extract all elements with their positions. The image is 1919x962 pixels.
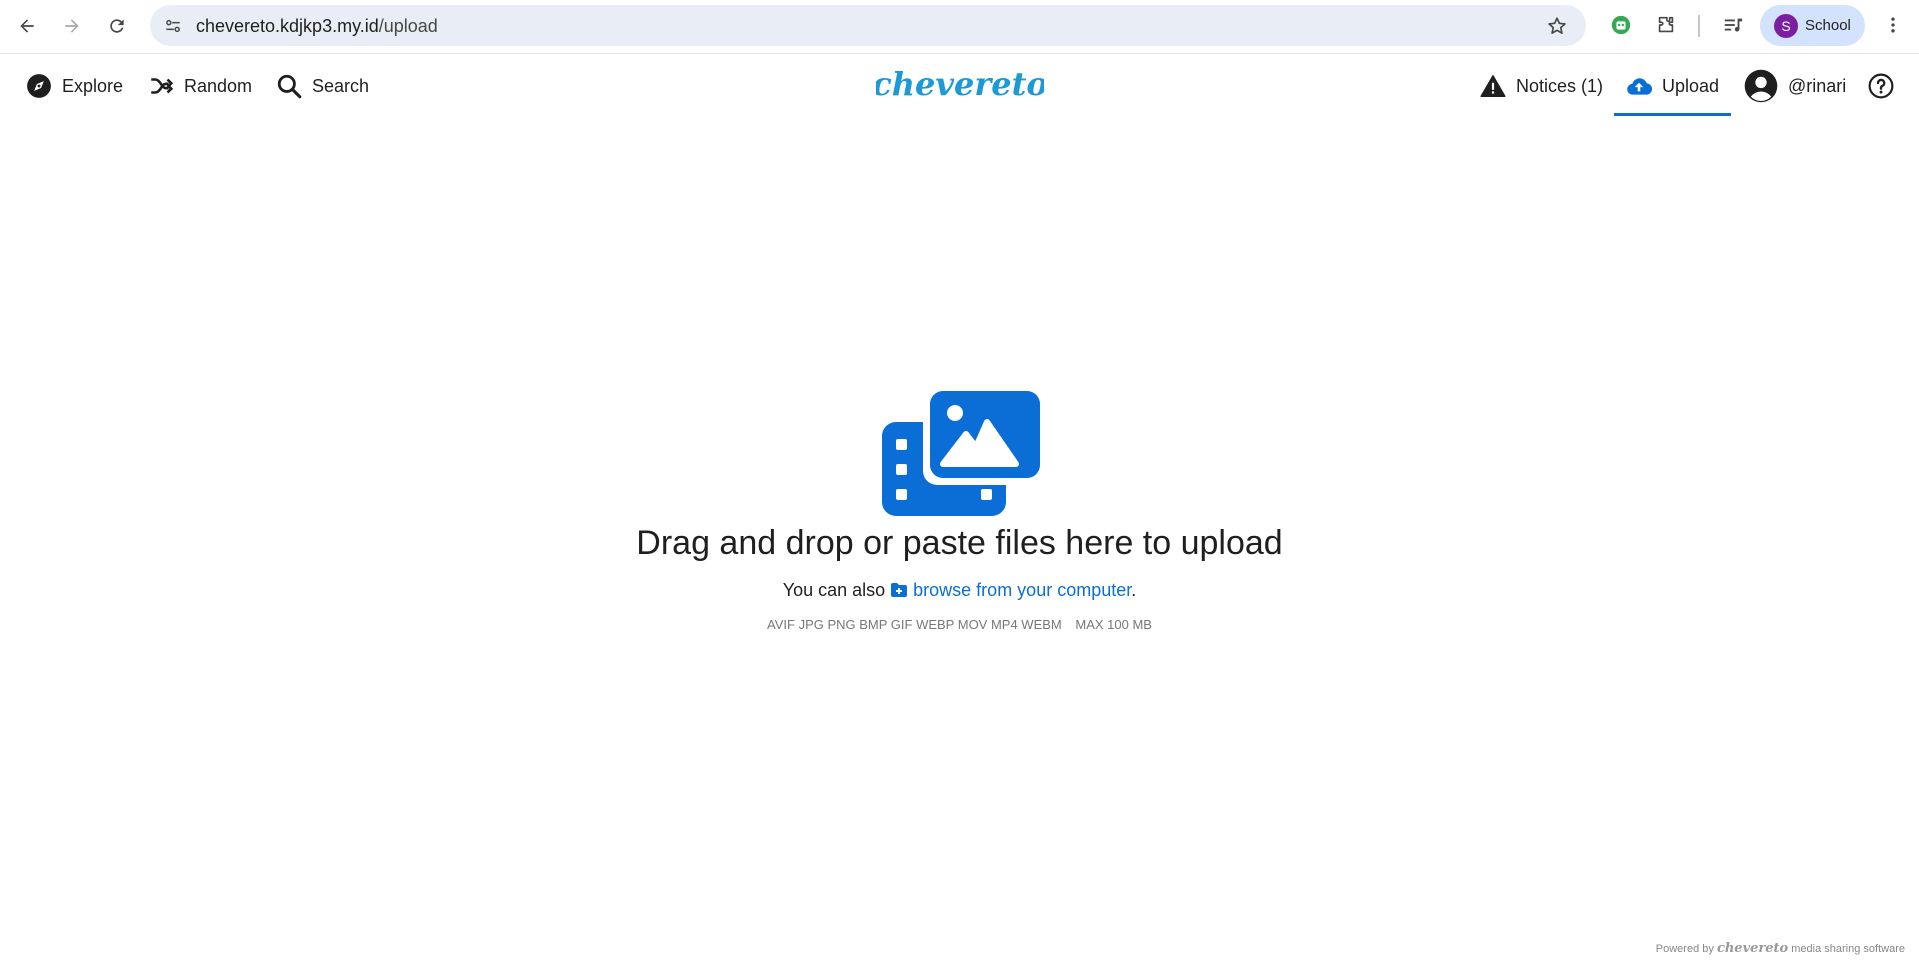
browser-menu-button[interactable] <box>1880 12 1906 38</box>
toolbar-divider <box>1698 15 1700 37</box>
url-text[interactable]: chevereto.kdjkp3.my.id/upload <box>196 16 438 37</box>
back-button[interactable] <box>10 9 44 43</box>
help-button[interactable] <box>1868 55 1894 117</box>
nav-explore[interactable]: Explore <box>26 55 123 117</box>
folder-plus-icon <box>891 583 908 597</box>
address-bar[interactable]: chevereto.kdjkp3.my.id/upload <box>150 5 1586 46</box>
profile-label: School <box>1805 17 1851 34</box>
site-info-button[interactable] <box>160 13 186 39</box>
formats-list: AVIF JPG PNG BMP GIF WEBP MOV MP4 WEBM <box>767 617 1062 632</box>
warning-icon <box>1480 75 1506 97</box>
upload-media-icon <box>882 391 1040 516</box>
arrow-left-icon <box>20 19 34 33</box>
shuffle-icon <box>151 78 174 94</box>
url-host: chevereto.kdjkp3.my.id <box>196 16 379 36</box>
reload-icon <box>110 19 124 33</box>
bookmark-star-icon[interactable] <box>1546 15 1568 37</box>
arrow-right-icon <box>65 19 79 33</box>
footer-powered-by: Powered by <box>1655 943 1714 955</box>
allowed-formats: AVIF JPG PNG BMP GIF WEBP MOV MP4 WEBM M… <box>0 617 1919 632</box>
drop-zone-heading: Drag and drop or paste files here to upl… <box>636 524 1283 562</box>
extension-robot-icon[interactable] <box>1608 12 1634 38</box>
tune-icon <box>166 19 180 33</box>
max-file-size: MAX 100 MB <box>1075 617 1152 632</box>
browse-prefix: You can also <box>782 580 886 600</box>
browse-link-label: browse from your computer <box>913 580 1132 600</box>
media-queue-icon[interactable] <box>1720 12 1746 38</box>
nav-explore-label: Explore <box>62 75 124 96</box>
nav-search-label: Search <box>312 75 370 96</box>
reload-button[interactable] <box>100 9 134 43</box>
upload-active-indicator <box>1614 113 1731 116</box>
nav-notices-label: Notices (1) <box>1516 75 1604 96</box>
logo-text: chevereto <box>876 65 1044 103</box>
nav-search[interactable]: Search <box>276 55 369 117</box>
extensions-puzzle-icon[interactable] <box>1653 12 1679 38</box>
more-vert-icon <box>1891 17 1895 33</box>
footer: Powered by chevereto media sharing softw… <box>1656 941 1905 956</box>
nav-user-menu[interactable]: @rinari <box>1744 55 1846 117</box>
browse-files-link[interactable]: browse from your computer <box>890 580 1131 600</box>
nav-random-label: Random <box>184 75 253 96</box>
profile-avatar: S <box>1774 14 1798 38</box>
search-icon <box>277 74 302 99</box>
footer-brand-link[interactable]: chevereto <box>1717 941 1788 956</box>
browser-toolbar: chevereto.kdjkp3.my.id/upload S School <box>0 0 1919 54</box>
user-avatar-icon <box>1744 69 1778 103</box>
nav-upload-label: Upload <box>1662 75 1720 96</box>
browse-line: You can also browse from your computer. <box>0 580 1919 601</box>
cloud-upload-icon <box>1627 78 1652 95</box>
url-path: /upload <box>378 16 438 36</box>
nav-random[interactable]: Random <box>148 55 252 117</box>
browse-suffix: . <box>1131 580 1137 600</box>
profile-button[interactable]: S School <box>1760 5 1865 46</box>
site-top-bar: Explore Random Search chevereto Notices … <box>0 55 1919 117</box>
forward-button[interactable] <box>55 9 89 43</box>
site-logo[interactable]: chevereto <box>876 60 1044 110</box>
nav-upload[interactable]: Upload <box>1626 55 1719 117</box>
nav-notices[interactable]: Notices (1) <box>1480 55 1603 117</box>
nav-user-label: @rinari <box>1788 75 1847 96</box>
footer-tagline: media sharing software <box>1791 943 1905 955</box>
compass-icon <box>27 74 51 98</box>
help-icon <box>1868 73 1894 99</box>
